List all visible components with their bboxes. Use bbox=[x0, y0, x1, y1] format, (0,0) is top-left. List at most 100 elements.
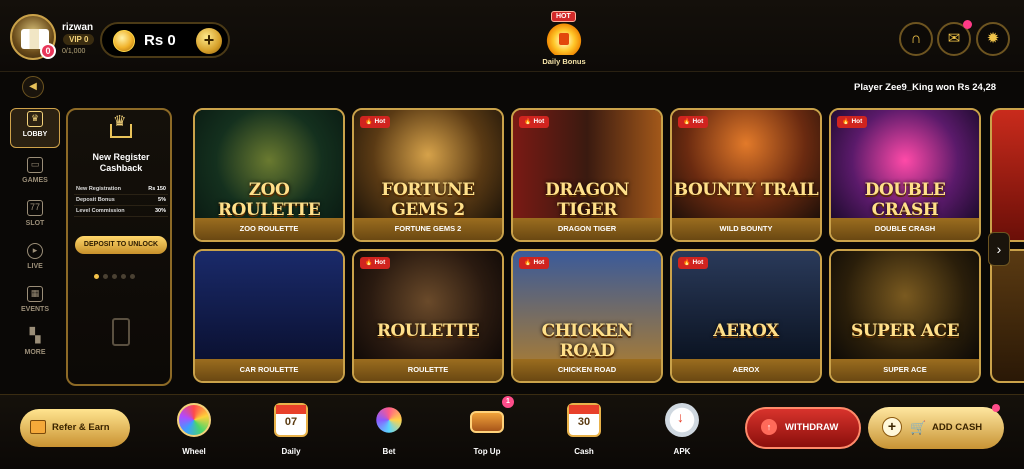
promo-row: New Registration Rs 150 bbox=[74, 184, 168, 195]
slot-machine-icon: ▭ bbox=[27, 157, 43, 173]
nav-live[interactable]: ▸ LIVE bbox=[10, 241, 60, 281]
speaker-icon[interactable]: ◀ bbox=[22, 76, 44, 98]
balance-amount: Rs 0 bbox=[144, 32, 176, 49]
nav-label: MORE bbox=[24, 349, 46, 356]
carousel-dot[interactable] bbox=[121, 274, 126, 279]
carousel-dot[interactable] bbox=[103, 274, 108, 279]
crown-icon bbox=[110, 112, 132, 138]
game-tile[interactable]: CAR ROULETTE bbox=[193, 249, 345, 383]
calendar-day: 07 bbox=[284, 416, 298, 428]
support-button[interactable]: ∩ bbox=[899, 22, 933, 56]
wheel-icon bbox=[177, 403, 211, 437]
game-tile[interactable]: CHICKEN ROAD Hot CHICKEN ROAD bbox=[511, 249, 663, 383]
refer-earn-label: Refer & Earn bbox=[52, 422, 110, 433]
bottom-nav-label: Cash bbox=[574, 447, 594, 456]
bottom-nav-cash[interactable]: 30 Cash bbox=[559, 401, 609, 465]
game-artwork bbox=[831, 251, 979, 363]
nav-label: EVENTS bbox=[20, 306, 49, 313]
treasure-chest-icon bbox=[470, 411, 504, 433]
game-art-title: ROULETTE bbox=[376, 321, 480, 341]
headset-icon: ∩ bbox=[910, 30, 922, 47]
daily-bonus-label: Daily Bonus bbox=[542, 57, 586, 66]
nav-more[interactable]: ▚ MORE bbox=[10, 327, 60, 367]
game-tile[interactable]: DRAGON TIGER Hot DRAGON TIGER bbox=[511, 108, 663, 242]
notification-dot bbox=[992, 404, 1000, 412]
game-title: AEROX bbox=[672, 359, 820, 381]
game-title: CHICKEN ROAD bbox=[513, 359, 661, 381]
nav-games[interactable]: ▭ GAMES bbox=[10, 155, 60, 195]
carousel-dot[interactable] bbox=[94, 274, 99, 279]
bottom-nav-label: APK bbox=[673, 447, 691, 456]
add-cash-button[interactable]: + 🛒 ADD CASH bbox=[868, 407, 1004, 449]
promo-card[interactable]: New Register Cashback New RegistrationRs… bbox=[66, 108, 172, 386]
top-bar: 0 rizwan VIP 0 0/1,000 Rs 0 + HOT Daily … bbox=[0, 0, 1024, 72]
vip-badge[interactable]: VIP 0 bbox=[63, 34, 95, 45]
download-icon: ↓ bbox=[665, 403, 699, 437]
promo-row-value: 5% bbox=[140, 194, 168, 206]
winner-ticker: ◀ Player Zee9_King won Rs 24,28 bbox=[0, 72, 1024, 104]
game-tile[interactable]: DOUBLE CRASH Hot DOUBLE CRASH bbox=[829, 108, 981, 242]
nav-slot[interactable]: 77 SLOT bbox=[10, 198, 60, 238]
game-title: DRAGON TIGER bbox=[513, 218, 661, 240]
withdraw-button[interactable]: ↑ WITHDRAW bbox=[745, 407, 861, 449]
game-artwork bbox=[195, 251, 343, 363]
promo-title: New Register Cashback bbox=[92, 152, 150, 173]
carousel-dot[interactable] bbox=[112, 274, 117, 279]
nav-label: LOBBY bbox=[22, 131, 48, 138]
play-icon: ▸ bbox=[27, 243, 43, 259]
plus-icon: + bbox=[882, 417, 902, 437]
add-balance-button[interactable]: + bbox=[196, 28, 222, 54]
hot-badge: Hot bbox=[360, 116, 391, 128]
carousel-dots bbox=[94, 266, 154, 279]
game-tile[interactable]: AEROX Hot AEROX bbox=[670, 249, 822, 383]
promo-row-value: 30% bbox=[140, 205, 168, 217]
game-title: ROULETTE bbox=[354, 359, 502, 381]
bottom-nav-wheel[interactable]: Wheel bbox=[169, 401, 219, 465]
bottom-nav-apk[interactable]: ↓ APK bbox=[657, 401, 707, 465]
carousel-dot[interactable] bbox=[130, 274, 135, 279]
bottom-nav-daily[interactable]: 07 Daily bbox=[266, 401, 316, 465]
promo-row: Level Commission 30% bbox=[74, 205, 168, 217]
nav-label: SLOT bbox=[25, 220, 45, 227]
chevron-right-icon[interactable]: › bbox=[988, 232, 1010, 266]
bottom-nav-label: Bet bbox=[382, 447, 396, 456]
mail-icon: ✉ bbox=[947, 30, 961, 47]
game-tile[interactable]: SUPER ACE SUPER ACE bbox=[829, 249, 981, 383]
upload-icon: ↑ bbox=[761, 419, 777, 435]
refer-earn-button[interactable]: Refer & Earn bbox=[20, 409, 130, 447]
promo-row-label: Deposit Bonus bbox=[74, 194, 141, 206]
vip-progress: 0/1,000 bbox=[62, 48, 86, 55]
game-tile[interactable]: ROULETTE Hot ROULETTE bbox=[352, 249, 504, 383]
game-tile[interactable]: FORTUNE GEMS 2 Hot FORTUNE GEMS 2 bbox=[352, 108, 504, 242]
hot-badge: Hot bbox=[360, 257, 391, 269]
nav-label: GAMES bbox=[22, 177, 48, 184]
grid-icon: ▚ bbox=[29, 327, 41, 343]
game-tile[interactable]: ZOO ROULETTE ZOO ROULETTE bbox=[193, 108, 345, 242]
nav-events[interactable]: ▦ EVENTS bbox=[10, 284, 60, 324]
hot-badge: Hot bbox=[519, 116, 550, 128]
cart-icon: 🛒 bbox=[910, 420, 927, 435]
gear-icon: ✹ bbox=[986, 30, 1000, 47]
game-art-title: AEROX bbox=[713, 321, 779, 341]
topup-badge: 1 bbox=[502, 396, 514, 408]
settings-button[interactable]: ✹ bbox=[976, 22, 1010, 56]
bottom-nav-label: Top Up bbox=[473, 447, 501, 456]
deposit-to-unlock-button[interactable]: DEPOSIT TO UNLOCK bbox=[75, 236, 167, 254]
game-tile[interactable]: BOUNTY TRAIL Hot WILD BOUNTY bbox=[670, 108, 822, 242]
game-title: WILD BOUNTY bbox=[672, 218, 820, 240]
phone-icon bbox=[112, 318, 130, 346]
calendar-day: 30 bbox=[577, 416, 591, 428]
game-title: CAR ROULETTE bbox=[195, 359, 343, 381]
bottom-nav-topup[interactable]: Top Up bbox=[462, 401, 512, 465]
gift-icon bbox=[30, 420, 46, 434]
daily-bonus-button[interactable]: HOT Daily Bonus bbox=[533, 9, 595, 67]
bottom-nav-label: Wheel bbox=[182, 447, 206, 456]
side-nav: ♛ LOBBY ▭ GAMES 77 SLOT ▸ LIVE ▦ EVENTS ▚ MORE bbox=[6, 104, 60, 394]
promo-row: Deposit Bonus 5% bbox=[74, 194, 168, 206]
game-tile-partial[interactable] bbox=[990, 108, 1024, 242]
game-art-title: DOUBLE CRASH bbox=[864, 180, 946, 220]
promo-row-value: Rs 150 bbox=[140, 184, 168, 195]
nav-lobby[interactable]: ♛ LOBBY bbox=[10, 108, 60, 148]
game-tile-partial[interactable] bbox=[990, 249, 1024, 383]
bottom-nav-bet[interactable]: Bet bbox=[364, 401, 414, 465]
